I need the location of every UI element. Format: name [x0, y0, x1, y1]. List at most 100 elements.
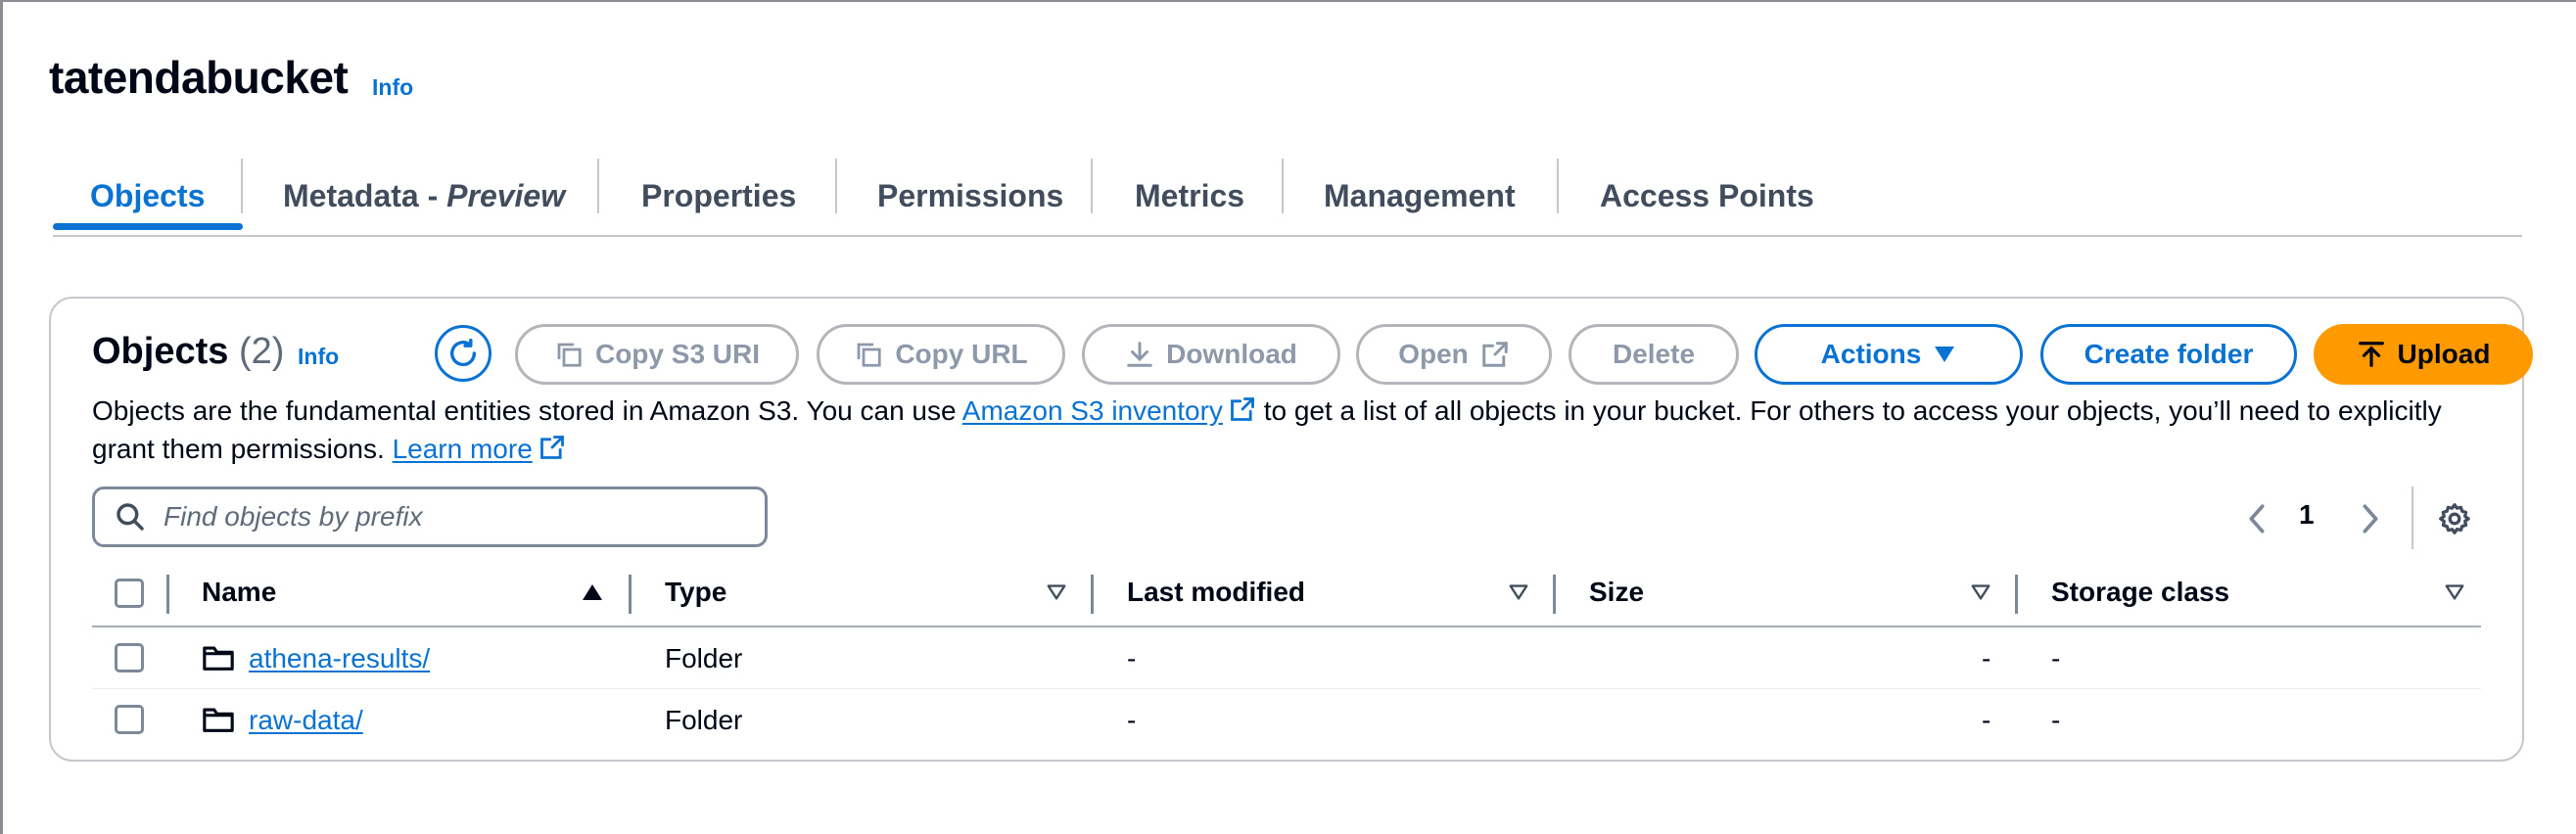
tab-properties[interactable]: Properties [641, 166, 796, 225]
tab-management[interactable]: Management [1324, 166, 1516, 225]
column-separator[interactable] [1091, 575, 1094, 614]
create-folder-label: Create folder [2084, 339, 2254, 369]
actions-button[interactable]: Actions [1755, 324, 2023, 385]
objects-panel-header: Objects (2) [92, 331, 284, 373]
tab-metadata[interactable]: Metadata - Preview [283, 166, 565, 225]
object-size: - [1982, 643, 1991, 673]
column-separator[interactable] [629, 575, 632, 614]
copy-icon [557, 343, 582, 367]
search-input[interactable] [162, 500, 714, 533]
select-all-checkbox[interactable] [115, 579, 144, 608]
pagination-separator [2412, 486, 2413, 549]
folder-icon [203, 708, 234, 732]
copy-url-button[interactable]: Copy URL [817, 324, 1065, 385]
table-preferences-button[interactable] [2437, 499, 2472, 538]
row-checkbox[interactable] [115, 643, 144, 672]
objects-panel-title: Objects [92, 331, 229, 372]
sort-icon[interactable] [2444, 582, 2465, 602]
description-text-1: Objects are the fundamental entities sto… [92, 395, 962, 426]
page-title: tatendabucket [49, 52, 349, 103]
create-folder-button[interactable]: Create folder [2040, 324, 2297, 385]
column-separator[interactable] [1553, 575, 1556, 614]
actions-label: Actions [1820, 339, 1922, 369]
tab-separator [597, 159, 599, 213]
tab-metrics-label: Metrics [1135, 177, 1245, 213]
column-separator[interactable] [2015, 575, 2018, 614]
previous-page-button[interactable] [2244, 499, 2270, 538]
tab-separator [1282, 159, 1284, 213]
active-tab-indicator [53, 223, 243, 230]
upload-label: Upload [2397, 339, 2491, 369]
tab-metrics[interactable]: Metrics [1135, 166, 1244, 225]
tab-properties-label: Properties [641, 177, 797, 213]
bucket-info-link[interactable]: Info [372, 74, 413, 101]
column-header-storage-class[interactable]: Storage class [2051, 577, 2229, 608]
tab-access-points-label: Access Points [1600, 177, 1814, 213]
object-type: Folder [665, 705, 743, 735]
row-checkbox[interactable] [115, 705, 144, 734]
external-link-icon [1231, 397, 1254, 421]
open-button[interactable]: Open [1356, 324, 1552, 385]
refresh-button[interactable] [435, 325, 492, 382]
object-name-link[interactable]: athena-results/ [249, 643, 430, 673]
object-last-modified: - [1127, 705, 1137, 735]
window-top-border [0, 0, 2576, 2]
copy-s3-uri-label: Copy S3 URI [594, 339, 761, 369]
current-page-number[interactable]: 1 [2299, 499, 2315, 531]
download-label: Download [1166, 339, 1297, 369]
external-link-icon [539, 436, 564, 459]
object-name: raw-data/ [249, 705, 363, 736]
copy-icon [857, 343, 881, 367]
object-name: athena-results/ [249, 643, 430, 674]
learn-more-link[interactable]: Learn more [393, 434, 566, 464]
sort-icon[interactable] [1970, 582, 1991, 602]
object-name-link[interactable]: raw-data/ [249, 705, 363, 735]
next-page-button[interactable] [2358, 499, 2383, 538]
column-header-last-modified[interactable]: Last modified [1127, 577, 1305, 608]
objects-info-link[interactable]: Info [298, 344, 339, 370]
object-storage-class: - [2051, 705, 2061, 735]
table-header-row: Name Type Last modified Size Storage cla… [92, 561, 2481, 627]
column-header-type[interactable]: Type [665, 577, 726, 608]
object-size: - [1982, 705, 1991, 735]
column-header-name[interactable]: Name [202, 577, 276, 608]
tab-objects[interactable]: Objects [90, 166, 205, 225]
download-button[interactable]: Download [1082, 324, 1340, 385]
column-header-size[interactable]: Size [1589, 577, 1644, 608]
sort-icon[interactable] [1508, 582, 1529, 602]
sort-ascending-icon[interactable] [581, 582, 604, 602]
folder-icon [203, 646, 234, 671]
chevron-right-icon [2363, 504, 2378, 533]
tab-permissions[interactable]: Permissions [877, 166, 1063, 225]
bucket-tabs: Objects Metadata - Preview Properties Pe… [53, 157, 2522, 237]
tab-separator [1091, 159, 1093, 213]
caret-down-icon [1935, 347, 1955, 362]
window-left-border [0, 0, 3, 834]
copy-url-label: Copy URL [895, 339, 1028, 369]
search-field[interactable] [92, 486, 768, 547]
tab-access-points[interactable]: Access Points [1600, 166, 1814, 225]
objects-panel: Objects (2) Info Copy S3 URI Copy URL Do… [49, 297, 2533, 762]
external-link-icon [1482, 342, 1508, 367]
copy-s3-uri-button[interactable]: Copy S3 URI [515, 324, 799, 385]
tab-separator [241, 159, 243, 213]
tab-separator [835, 159, 837, 213]
amazon-s3-inventory-link-label: Amazon S3 inventory [961, 395, 1223, 426]
learn-more-link-label: Learn more [392, 434, 533, 464]
delete-label: Delete [1612, 339, 1696, 369]
refresh-icon [449, 338, 477, 367]
object-last-modified: - [1127, 643, 1137, 673]
tab-permissions-label: Permissions [877, 177, 1064, 213]
open-label: Open [1398, 339, 1469, 369]
column-separator [166, 575, 169, 614]
amazon-s3-inventory-link[interactable]: Amazon S3 inventory [962, 395, 1256, 426]
tab-metadata-preview-label: Preview [446, 177, 566, 213]
delete-button[interactable]: Delete [1569, 324, 1739, 385]
table-row: athena-results/ Folder - - - [92, 627, 2481, 689]
tab-objects-label: Objects [90, 177, 206, 213]
sort-icon[interactable] [1046, 582, 1067, 602]
upload-button[interactable]: Upload [2314, 324, 2533, 385]
object-type: Folder [665, 643, 743, 673]
table-row: raw-data/ Folder - - - [92, 689, 2481, 750]
object-storage-class: - [2051, 643, 2061, 673]
